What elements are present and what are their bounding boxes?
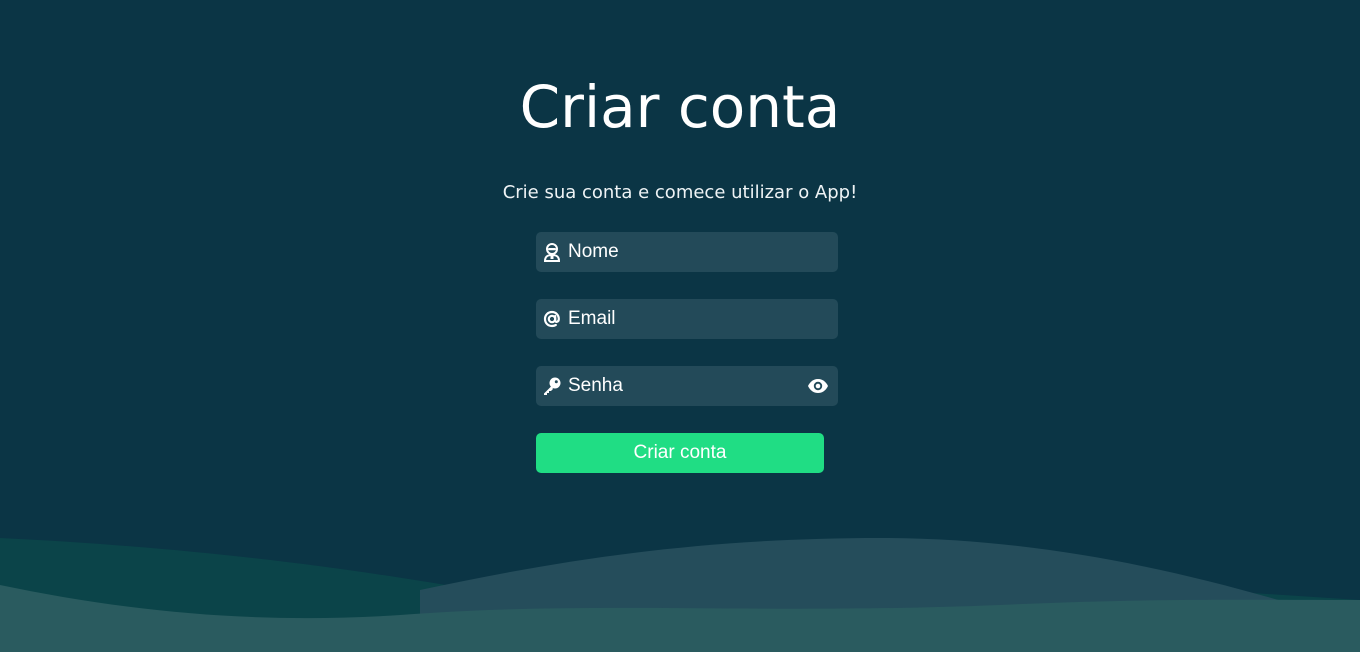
signup-page: Criar conta Crie sua conta e comece util… <box>0 0 1360 652</box>
name-field[interactable] <box>536 232 838 272</box>
background-waves <box>0 538 1360 652</box>
key-icon <box>542 376 562 396</box>
eye-icon[interactable] <box>806 375 830 397</box>
password-field[interactable] <box>536 366 838 406</box>
name-input[interactable] <box>568 232 798 272</box>
page-title: Criar conta <box>519 73 841 141</box>
page-subtitle: Crie sua conta e comece utilizar o App! <box>502 182 858 203</box>
create-account-button[interactable]: Criar conta <box>536 433 824 473</box>
password-input[interactable] <box>568 366 798 406</box>
email-field[interactable] <box>536 299 838 339</box>
at-sign-icon <box>542 309 562 329</box>
email-input[interactable] <box>568 299 798 339</box>
user-icon <box>542 242 562 262</box>
